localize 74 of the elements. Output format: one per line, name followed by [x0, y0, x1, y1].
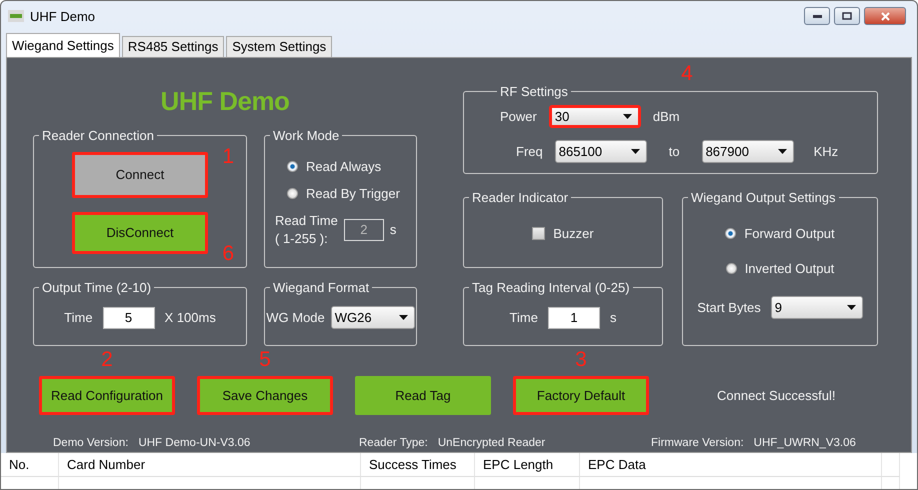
group-title: Reader Connection — [41, 128, 156, 143]
group-title: Tag Reading Interval (0-25) — [471, 280, 631, 295]
callout-number: 1 — [222, 146, 234, 167]
unit-label: KHz — [814, 144, 838, 159]
callout-number: 4 — [681, 62, 693, 84]
range-label: to — [668, 144, 680, 159]
start-bytes-dropdown[interactable]: 9 — [770, 296, 863, 320]
column-header[interactable]: EPC Data — [580, 452, 882, 477]
column-header[interactable]: No. — [1, 452, 59, 477]
dropdown-caret-icon — [398, 315, 408, 320]
field-label: Time — [64, 310, 93, 326]
minimize-button[interactable] — [804, 7, 830, 26]
tab[interactable]: Wiegand Settings — [6, 32, 120, 57]
column-header[interactable]: Success Times — [361, 452, 475, 477]
tab[interactable]: RS485 Settings — [122, 36, 224, 57]
time-field[interactable]: 5 — [102, 306, 155, 329]
field-label: WG Mode — [266, 310, 325, 326]
dropdown-caret-icon — [778, 148, 787, 154]
info-label: Reader Type: — [359, 436, 428, 449]
group-title: Work Mode — [272, 128, 340, 143]
close-icon — [880, 12, 890, 21]
window-title: UHF Demo — [30, 8, 96, 24]
tab[interactable]: System Settings — [226, 36, 332, 57]
info-value: UHF_UWRN_V3.06 — [754, 436, 856, 449]
dropdown-caret-icon — [846, 305, 856, 310]
info-label: Demo Version: — [53, 436, 128, 449]
radio-option[interactable]: Read Always — [273, 159, 408, 174]
action-button[interactable]: Read Configuration — [39, 376, 175, 415]
unit-label: s — [390, 222, 396, 238]
callout-number: 3 — [575, 348, 587, 370]
buzzer-checkbox[interactable]: Buzzer — [532, 226, 594, 242]
field-label: Read Time — [275, 213, 338, 228]
unit-label: dBm — [652, 108, 680, 124]
field-label: Time — [510, 310, 538, 326]
field-label: Freq — [516, 144, 543, 159]
action-button[interactable]: Read Tag — [355, 376, 491, 415]
field-label: ( 1-255 ): — [275, 231, 329, 246]
callout-number: 2 — [101, 348, 113, 370]
callout-number: 5 — [259, 348, 271, 370]
info-label: Firmware Version: — [651, 436, 744, 449]
group-title: Wiegand Output Settings — [690, 190, 837, 205]
app-icon — [8, 10, 24, 22]
group-title: RF Settings — [499, 84, 569, 99]
dropdown-caret-icon — [630, 148, 640, 154]
action-button[interactable]: Factory Default — [513, 376, 649, 415]
frequency-dropdown[interactable]: 867900 — [702, 140, 794, 163]
column-header[interactable]: EPC Length — [475, 452, 580, 477]
field-label: Power — [500, 108, 537, 124]
group-title: Reader Indicator — [471, 190, 570, 205]
close-button[interactable] — [864, 7, 906, 26]
field-label: Start Bytes — [697, 300, 761, 316]
frequency-dropdown[interactable]: 865100 — [554, 140, 647, 163]
column-header[interactable]: Card Number — [59, 452, 361, 477]
power-dropdown[interactable]: 30 — [548, 104, 641, 128]
disconnect-button[interactable]: DisConnect — [72, 212, 208, 254]
info-value: UHF Demo-UN-V3.06 — [138, 436, 250, 449]
radio-option[interactable]: Forward Output — [725, 226, 835, 242]
maximize-icon — [842, 12, 852, 20]
minimize-icon — [812, 14, 822, 18]
wg-mode-dropdown[interactable]: WG26 — [330, 306, 415, 330]
info-value: UnEncrypted Reader — [438, 436, 546, 449]
radio-option[interactable]: Read By Trigger — [273, 186, 408, 202]
group-title: Output Time (2-10) — [41, 280, 152, 295]
unit-label: X 100ms — [164, 310, 216, 326]
action-button[interactable]: Save Changes — [197, 376, 333, 415]
callout-number: 6 — [222, 242, 234, 264]
unit-label: s — [610, 310, 616, 326]
app-heading: UHF Demo — [160, 84, 290, 118]
status-message: Connect Successful! — [717, 388, 836, 403]
dropdown-caret-icon — [622, 114, 632, 119]
radio-option[interactable]: Inverted Output — [726, 261, 834, 276]
maximize-button[interactable] — [834, 7, 860, 26]
group-title: Wiegand Format — [272, 280, 370, 295]
interval-field[interactable]: 1 — [548, 306, 600, 329]
